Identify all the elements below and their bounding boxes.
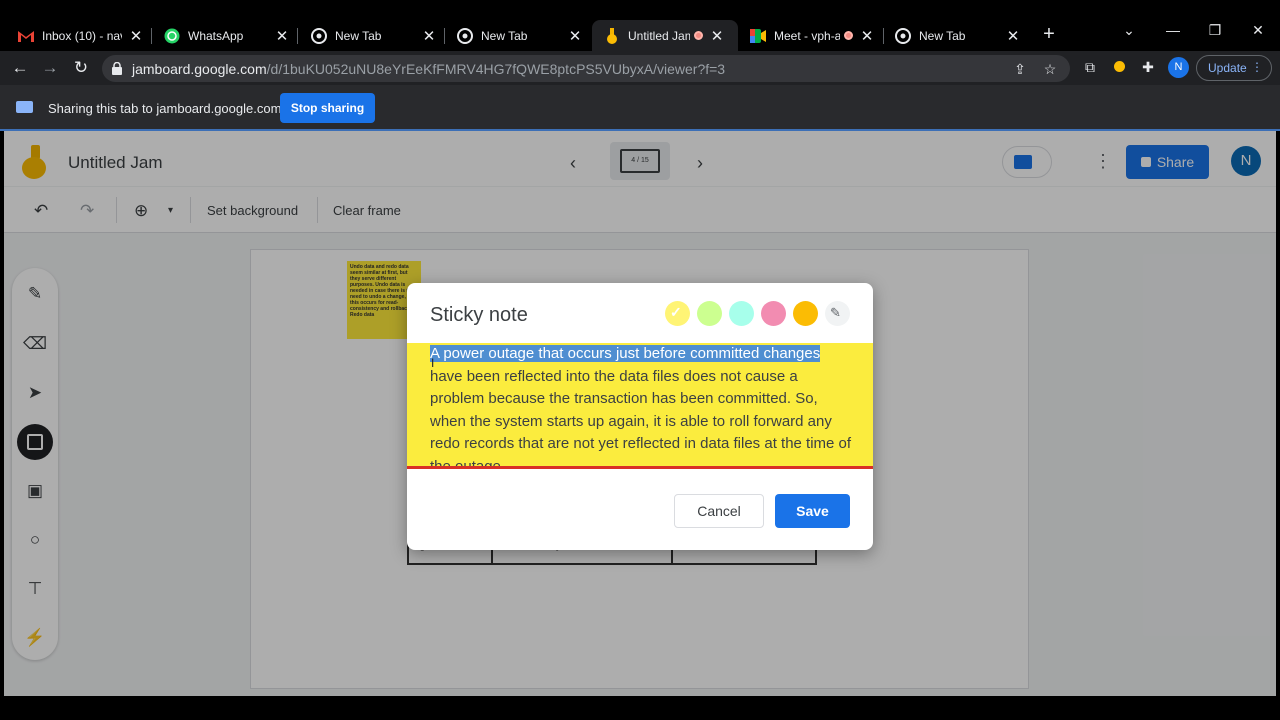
restore-icon[interactable]: ❐ (1205, 22, 1225, 39)
note-text[interactable]: A power outage that occurs just before c… (430, 343, 855, 469)
browser-tab-strip: Inbox (10) - nave ✕ WhatsApp ✕ New Tab ✕… (0, 0, 1280, 51)
selected-text: A power outage that occurs just before c… (430, 345, 821, 362)
kebab-menu-icon: ⋮ (1251, 60, 1263, 74)
address-bar[interactable]: jamboard.google.com/d/1buKU052uNU8eYrEeK… (102, 55, 1070, 82)
chrome-icon (457, 27, 473, 44)
tab-title: New Tab (481, 28, 528, 43)
tab-title: New Tab (335, 28, 382, 43)
url-host: jamboard.google.com (132, 61, 267, 77)
extension-icon[interactable]: ⧉ (1082, 59, 1098, 75)
profile-avatar[interactable]: N (1168, 57, 1189, 78)
color-swatch-orange[interactable] (793, 301, 818, 326)
jamboard-icon (604, 27, 620, 44)
color-swatch-pink[interactable] (761, 301, 786, 326)
chrome-icon (895, 27, 911, 44)
whatsapp-icon (164, 28, 180, 44)
tab-title: Meet - vph-a (774, 28, 840, 43)
gmail-icon (18, 28, 34, 44)
back-arrow-icon[interactable]: ← (10, 58, 30, 78)
close-tab-icon[interactable]: ✕ (128, 27, 144, 45)
color-swatch-cyan[interactable] (729, 301, 754, 326)
cancel-button[interactable]: Cancel (674, 494, 764, 528)
sharing-text: Sharing this tab to jamboard.google.com (48, 101, 282, 116)
sticky-note-dialog: Sticky note ✓ ✎ A power outage that occu… (407, 283, 873, 550)
screen: Inbox (10) - nave ✕ WhatsApp ✕ New Tab ✕… (0, 0, 1280, 720)
tab-title: WhatsApp (188, 28, 244, 43)
update-button[interactable]: Update ⋮ (1196, 55, 1272, 81)
update-label: Update (1208, 61, 1247, 75)
color-swatch-yellow[interactable]: ✓ (665, 301, 690, 326)
close-tab-icon[interactable]: ✕ (709, 27, 725, 45)
reload-icon[interactable]: ↻ (71, 58, 91, 78)
close-tab-icon[interactable]: ✕ (274, 27, 290, 45)
tab-meet[interactable]: Meet - vph-a ✕ (738, 20, 884, 51)
window-close-icon[interactable]: ✕ (1248, 22, 1268, 39)
save-button[interactable]: Save (775, 494, 850, 528)
extensions-puzzle-icon[interactable]: ✚ (1140, 59, 1156, 75)
checkmark-icon: ✓ (670, 304, 682, 320)
chrome-icon (311, 27, 327, 44)
color-swatch-green[interactable] (697, 301, 722, 326)
minimize-icon[interactable]: — (1163, 22, 1183, 38)
tab-title: Untitled Jam (628, 28, 690, 43)
share-page-icon[interactable]: ⇪ (1012, 61, 1028, 77)
text-cursor-icon: I (431, 356, 435, 370)
close-tab-icon[interactable]: ✕ (567, 27, 583, 45)
forward-arrow-icon[interactable]: → (40, 58, 60, 78)
browser-toolbar: ← → ↻ jamboard.google.com/d/1buKU052uNU8… (0, 51, 1280, 85)
meet-icon (750, 28, 766, 44)
tab-new-tab-3[interactable]: New Tab ✕ (883, 20, 1029, 51)
tab-new-tab-1[interactable]: New Tab ✕ (299, 20, 445, 51)
stop-sharing-button[interactable]: Stop sharing (280, 93, 375, 123)
dialog-title: Sticky note (430, 304, 528, 326)
extension-coin-icon[interactable] (1111, 59, 1127, 75)
tab-untitled-jam[interactable]: Untitled Jam ✕ (592, 20, 738, 51)
bottom-letterbox (0, 696, 1280, 720)
url-path: /d/1buKU052uNU8eYrEeKfFMRV4HG7fQWE8ptcPS… (266, 61, 726, 77)
screen-share-icon (16, 101, 33, 113)
tab-sharing-bar: Sharing this tab to jamboard.google.com … (0, 85, 1280, 131)
bookmark-star-icon[interactable]: ☆ (1042, 61, 1058, 77)
tab-title: Inbox (10) - nave (42, 28, 122, 43)
no-color-slash-icon: ✎ (830, 305, 841, 320)
tab-whatsapp[interactable]: WhatsApp ✕ (152, 20, 298, 51)
url-text: jamboard.google.com/d/1buKU052uNU8eYrEeK… (132, 61, 725, 77)
tab-gmail[interactable]: Inbox (10) - nave ✕ (6, 20, 152, 51)
new-tab-plus-icon[interactable]: + (1038, 23, 1060, 45)
color-swatch-none[interactable]: ✎ (825, 301, 850, 326)
recording-icon (694, 31, 703, 40)
note-text-rest: have been reflected into the data files … (430, 367, 852, 469)
tab-new-tab-2[interactable]: New Tab ✕ (445, 20, 591, 51)
lock-icon (112, 62, 122, 75)
recording-icon (844, 31, 853, 40)
close-tab-icon[interactable]: ✕ (1005, 27, 1021, 45)
tab-title: New Tab (919, 28, 966, 43)
close-tab-icon[interactable]: ✕ (421, 27, 437, 45)
tab-search-chevron-icon[interactable]: ⌄ (1119, 22, 1139, 39)
close-tab-icon[interactable]: ✕ (859, 27, 875, 45)
note-text-area[interactable]: A power outage that occurs just before c… (407, 343, 873, 469)
